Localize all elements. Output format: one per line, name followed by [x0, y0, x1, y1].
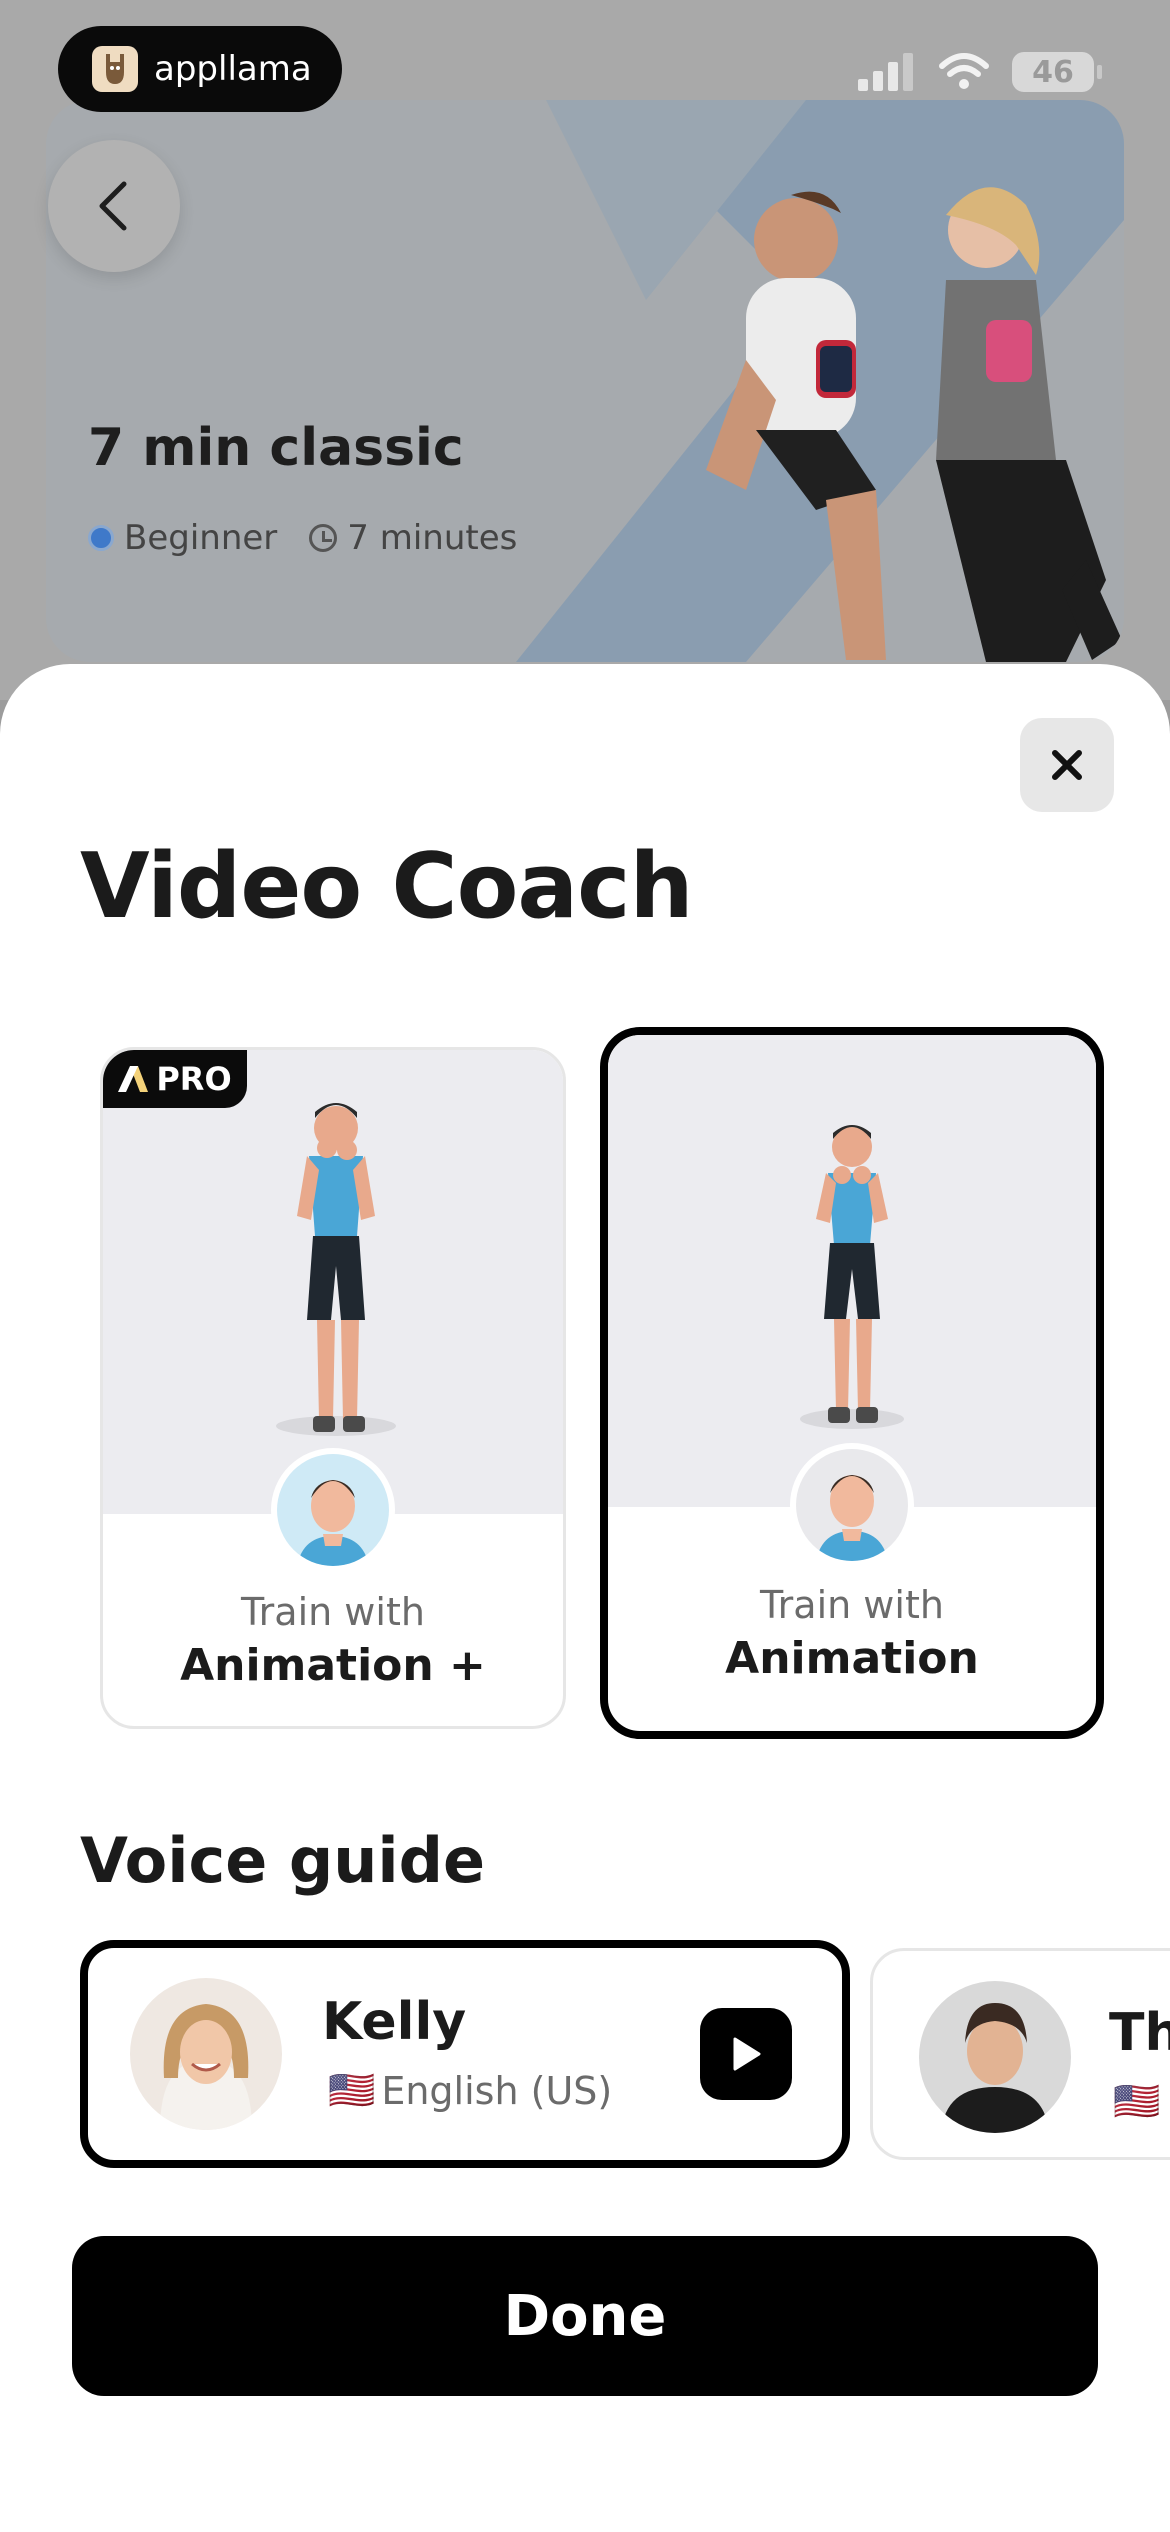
coach-option-title: Animation: [725, 1633, 979, 1684]
app-name-label: appllama: [154, 49, 312, 89]
app-indicator-pill: appllama: [58, 26, 342, 112]
play-icon: [733, 2037, 761, 2071]
voice-avatar: [130, 1978, 282, 2130]
background-screen: 7 min classic Beginner 7 minutes appllam…: [0, 0, 1170, 700]
play-preview-button[interactable]: [700, 2008, 792, 2100]
voice-avatar: [919, 1981, 1071, 2133]
coach-avatar-image: [277, 1454, 389, 1566]
level-dot-icon: [88, 525, 114, 551]
coach-avatar-image: [796, 1449, 908, 1561]
coach-scene: [103, 1050, 563, 1514]
voice-language: 🇺🇸 English (US): [328, 2068, 612, 2113]
coach-avatar: [790, 1443, 914, 1567]
voice-option-kelly[interactable]: Kelly 🇺🇸 English (US): [80, 1940, 850, 2168]
us-flag-icon: 🇺🇸: [328, 2068, 376, 2112]
coach-avatar: [271, 1448, 395, 1572]
hero-image: [516, 100, 1124, 662]
voice-language: 🇺🇸 E: [1113, 2079, 1170, 2124]
coach-option-title: Animation +: [180, 1640, 486, 1691]
back-button[interactable]: [48, 140, 180, 272]
workout-hero-card: 7 min classic Beginner 7 minutes: [46, 100, 1124, 662]
coach-option-animation[interactable]: Train with Animation: [600, 1027, 1104, 1739]
duration-indicator: 7 minutes: [309, 518, 517, 558]
clock-icon: [309, 524, 338, 552]
close-icon: [1052, 750, 1082, 780]
voice-name: Kelly: [322, 1992, 467, 2052]
pro-logo-icon: [118, 1066, 149, 1092]
battery-indicator: 46: [1012, 52, 1102, 92]
duration-label: 7 minutes: [347, 518, 518, 558]
pro-label: PRO: [156, 1060, 232, 1098]
voice-guide-title: Voice guide: [80, 1824, 486, 1897]
pro-badge: PRO: [103, 1050, 247, 1108]
kelly-avatar-image: [130, 1978, 282, 2130]
level-indicator: Beginner: [88, 518, 277, 558]
male-voice-avatar-image: [919, 1981, 1071, 2133]
done-button[interactable]: Done: [72, 2236, 1098, 2396]
coach-figure-image: [800, 1125, 904, 1429]
voice-name: Th: [1109, 2003, 1170, 2063]
coach-scene: [608, 1035, 1096, 1507]
video-coach-sheet: Video Coach PRO Train with Animation + T…: [0, 664, 1170, 2532]
workout-title: 7 min classic: [88, 418, 464, 478]
wifi-icon: [939, 53, 989, 89]
status-icons: 46: [858, 52, 1102, 92]
chevron-left-icon: [99, 181, 127, 231]
voice-language-label: E: [1166, 2080, 1170, 2124]
workout-meta: Beginner 7 minutes: [88, 518, 517, 558]
voice-language-label: English (US): [381, 2068, 613, 2113]
llama-logo-icon: [92, 46, 138, 92]
signal-icon: [858, 53, 913, 91]
us-flag-icon: 🇺🇸: [1113, 2079, 1161, 2123]
sheet-title: Video Coach: [80, 834, 694, 939]
level-label: Beginner: [124, 518, 278, 558]
coach-figure-image: [276, 1103, 396, 1436]
close-button[interactable]: [1020, 718, 1114, 812]
voice-option-second[interactable]: Th 🇺🇸 E: [870, 1948, 1170, 2160]
coach-option-subtitle: Train with: [241, 1590, 425, 1634]
coach-option-subtitle: Train with: [760, 1583, 944, 1627]
coach-option-animation-plus[interactable]: PRO Train with Animation +: [100, 1047, 566, 1729]
